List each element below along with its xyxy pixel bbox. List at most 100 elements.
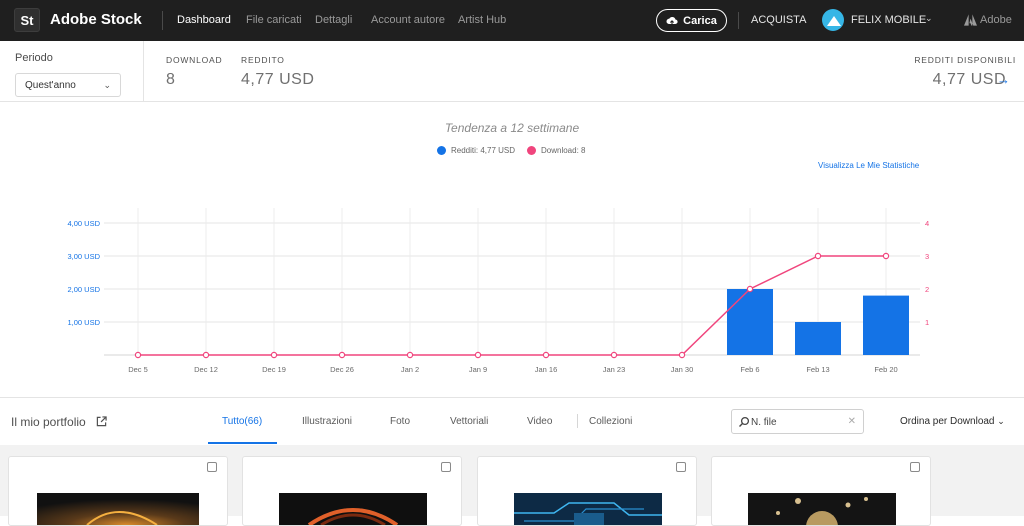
left-axis-tick-label: 3,00 USD: [67, 252, 100, 261]
summary-divider: [143, 41, 144, 102]
asset-thumbnail[interactable]: [279, 493, 427, 525]
chevron-down-icon[interactable]: ⌄: [925, 13, 933, 24]
available-revenue-value[interactable]: 4,77 USD: [933, 71, 1006, 89]
asset-thumbnail[interactable]: [514, 493, 662, 525]
tab-foto[interactable]: Foto: [390, 416, 410, 427]
tab-vettoriali[interactable]: Vettoriali: [450, 416, 488, 427]
x-axis-tick-label: Jan 2: [401, 365, 419, 374]
downloads-point: [202, 351, 210, 359]
chevron-down-icon: ⌄: [997, 416, 1005, 426]
asset-checkbox[interactable]: [207, 462, 217, 472]
portfolio-bar: Il mio portfolio Tutto(66) Illustrazioni…: [0, 397, 1024, 445]
right-axis-tick-label: 2: [925, 285, 929, 294]
avatar[interactable]: [822, 9, 844, 31]
x-axis-tick-label: Dec 5: [128, 365, 148, 374]
left-axis-tick-label: 1,00 USD: [67, 318, 100, 327]
asset-thumbnail[interactable]: [748, 493, 896, 525]
asset-checkbox[interactable]: [676, 462, 686, 472]
upload-button[interactable]: Carica: [656, 9, 727, 32]
x-axis-tick-label: Feb 6: [740, 365, 759, 374]
asset-checkbox[interactable]: [910, 462, 920, 472]
period-value: Quest'anno: [25, 80, 76, 91]
sort-dropdown[interactable]: Ordina per Download ⌄: [900, 416, 1005, 427]
downloads-point: [678, 351, 686, 359]
downloads-line: [138, 255, 886, 356]
right-axis-tick-label: 4: [925, 219, 929, 228]
arrow-right-icon[interactable]: →: [997, 72, 1010, 87]
active-tab-indicator: [208, 442, 277, 444]
tab-video[interactable]: Video: [527, 416, 552, 427]
sort-label: Ordina per Download: [900, 416, 995, 427]
tab-collezioni[interactable]: Collezioni: [589, 416, 632, 427]
cloud-upload-icon: [666, 16, 678, 25]
asset-thumbnail[interactable]: [37, 493, 199, 525]
trend-chart: 4,00 USD 3,00 USD 2,00 USD 1,00 USD 4 3 2 1 Dec …: [67, 208, 929, 374]
period-select[interactable]: Quest'anno ⌄: [15, 73, 121, 97]
x-axis-tick-label: Dec 19: [262, 365, 286, 374]
tab-divider: [577, 414, 578, 428]
revenue-value: 4,77 USD: [241, 71, 315, 88]
external-link-icon[interactable]: [96, 416, 107, 427]
downloads-point: [746, 285, 754, 293]
portfolio-title: Il mio portfolio: [11, 415, 86, 429]
downloads-point: [814, 252, 822, 260]
view-statistics-link[interactable]: Visualizza Le Mie Statistiche: [818, 161, 919, 170]
x-axis-tick-label: Feb 20: [874, 365, 897, 374]
user-name[interactable]: FELIX MOBILE: [851, 14, 926, 26]
file-search-box[interactable]: ✕: [731, 409, 864, 434]
header-divider: [738, 12, 739, 29]
downloads-point: [338, 351, 346, 359]
legend-downloads[interactable]: Download: 8: [527, 146, 585, 155]
brand-name[interactable]: Adobe Stock: [50, 11, 142, 28]
x-axis-tick-label: Jan 9: [469, 365, 487, 374]
nav-dettagli[interactable]: Dettagli: [315, 14, 352, 26]
upload-button-label: Carica: [683, 14, 717, 27]
nav-file-caricati[interactable]: File caricati: [246, 14, 302, 26]
tab-tutto[interactable]: Tutto(66): [222, 416, 262, 427]
adobe-logo-icon: [964, 14, 977, 26]
period-label: Periodo: [15, 52, 53, 64]
nav-dashboard[interactable]: Dashboard: [177, 14, 231, 26]
chevron-down-icon: ⌄: [103, 80, 111, 90]
asset-grid: [0, 445, 1024, 526]
x-axis-tick-label: Dec 12: [194, 365, 218, 374]
nav-account-autore[interactable]: Account autore: [371, 14, 445, 26]
adobe-stock-logo[interactable]: St: [14, 8, 40, 32]
summary-bar: Periodo Quest'anno ⌄ DOWNLOAD 8 REDDITO …: [0, 41, 1024, 102]
downloads-point: [134, 351, 142, 359]
downloads-point: [610, 351, 618, 359]
legend-revenue-label: Redditi: 4,77 USD: [451, 146, 516, 155]
revenue-bar: [727, 289, 773, 355]
revenue-label: REDDITO: [241, 55, 285, 65]
file-search-input[interactable]: [751, 415, 841, 429]
downloads-value: 8: [166, 71, 176, 88]
downloads-point: [474, 351, 482, 359]
x-axis-tick-label: Jan 16: [535, 365, 558, 374]
brand-divider: [162, 11, 163, 30]
available-revenue-label: REDDITI DISPONIBILI: [914, 55, 1016, 65]
revenue-bar: [795, 322, 841, 355]
legend-downloads-label: Download: 8: [541, 146, 586, 155]
nav-artist-hub[interactable]: Artist Hub: [458, 14, 506, 26]
downloads-point: [882, 252, 890, 260]
downloads-point: [270, 351, 278, 359]
downloads-point: [406, 351, 414, 359]
x-axis-tick-label: Feb 13: [806, 365, 829, 374]
tab-illustrazioni[interactable]: Illustrazioni: [302, 416, 352, 427]
legend-revenue[interactable]: Redditi: 4,77 USD: [437, 146, 515, 155]
chart-title: Tendenza a 12 settimane: [444, 121, 580, 135]
x-axis-tick-label: Dec 26: [330, 365, 354, 374]
adobe-label: Adobe: [980, 14, 1012, 26]
x-axis-tick-label: Jan 30: [671, 365, 694, 374]
x-axis-tick-label: Jan 23: [603, 365, 626, 374]
buy-link[interactable]: ACQUISTA: [751, 14, 806, 26]
clear-icon[interactable]: ✕: [848, 416, 856, 427]
right-axis-tick-label: 3: [925, 252, 929, 261]
legend-downloads-dot: [527, 146, 536, 155]
left-axis-tick-label: 2,00 USD: [67, 285, 100, 294]
left-axis-tick-label: 4,00 USD: [67, 219, 100, 228]
top-navigation-bar: St Adobe Stock Dashboard File caricati D…: [0, 0, 1024, 41]
search-icon: [739, 416, 750, 427]
asset-checkbox[interactable]: [441, 462, 451, 472]
revenue-bar: [863, 295, 909, 355]
